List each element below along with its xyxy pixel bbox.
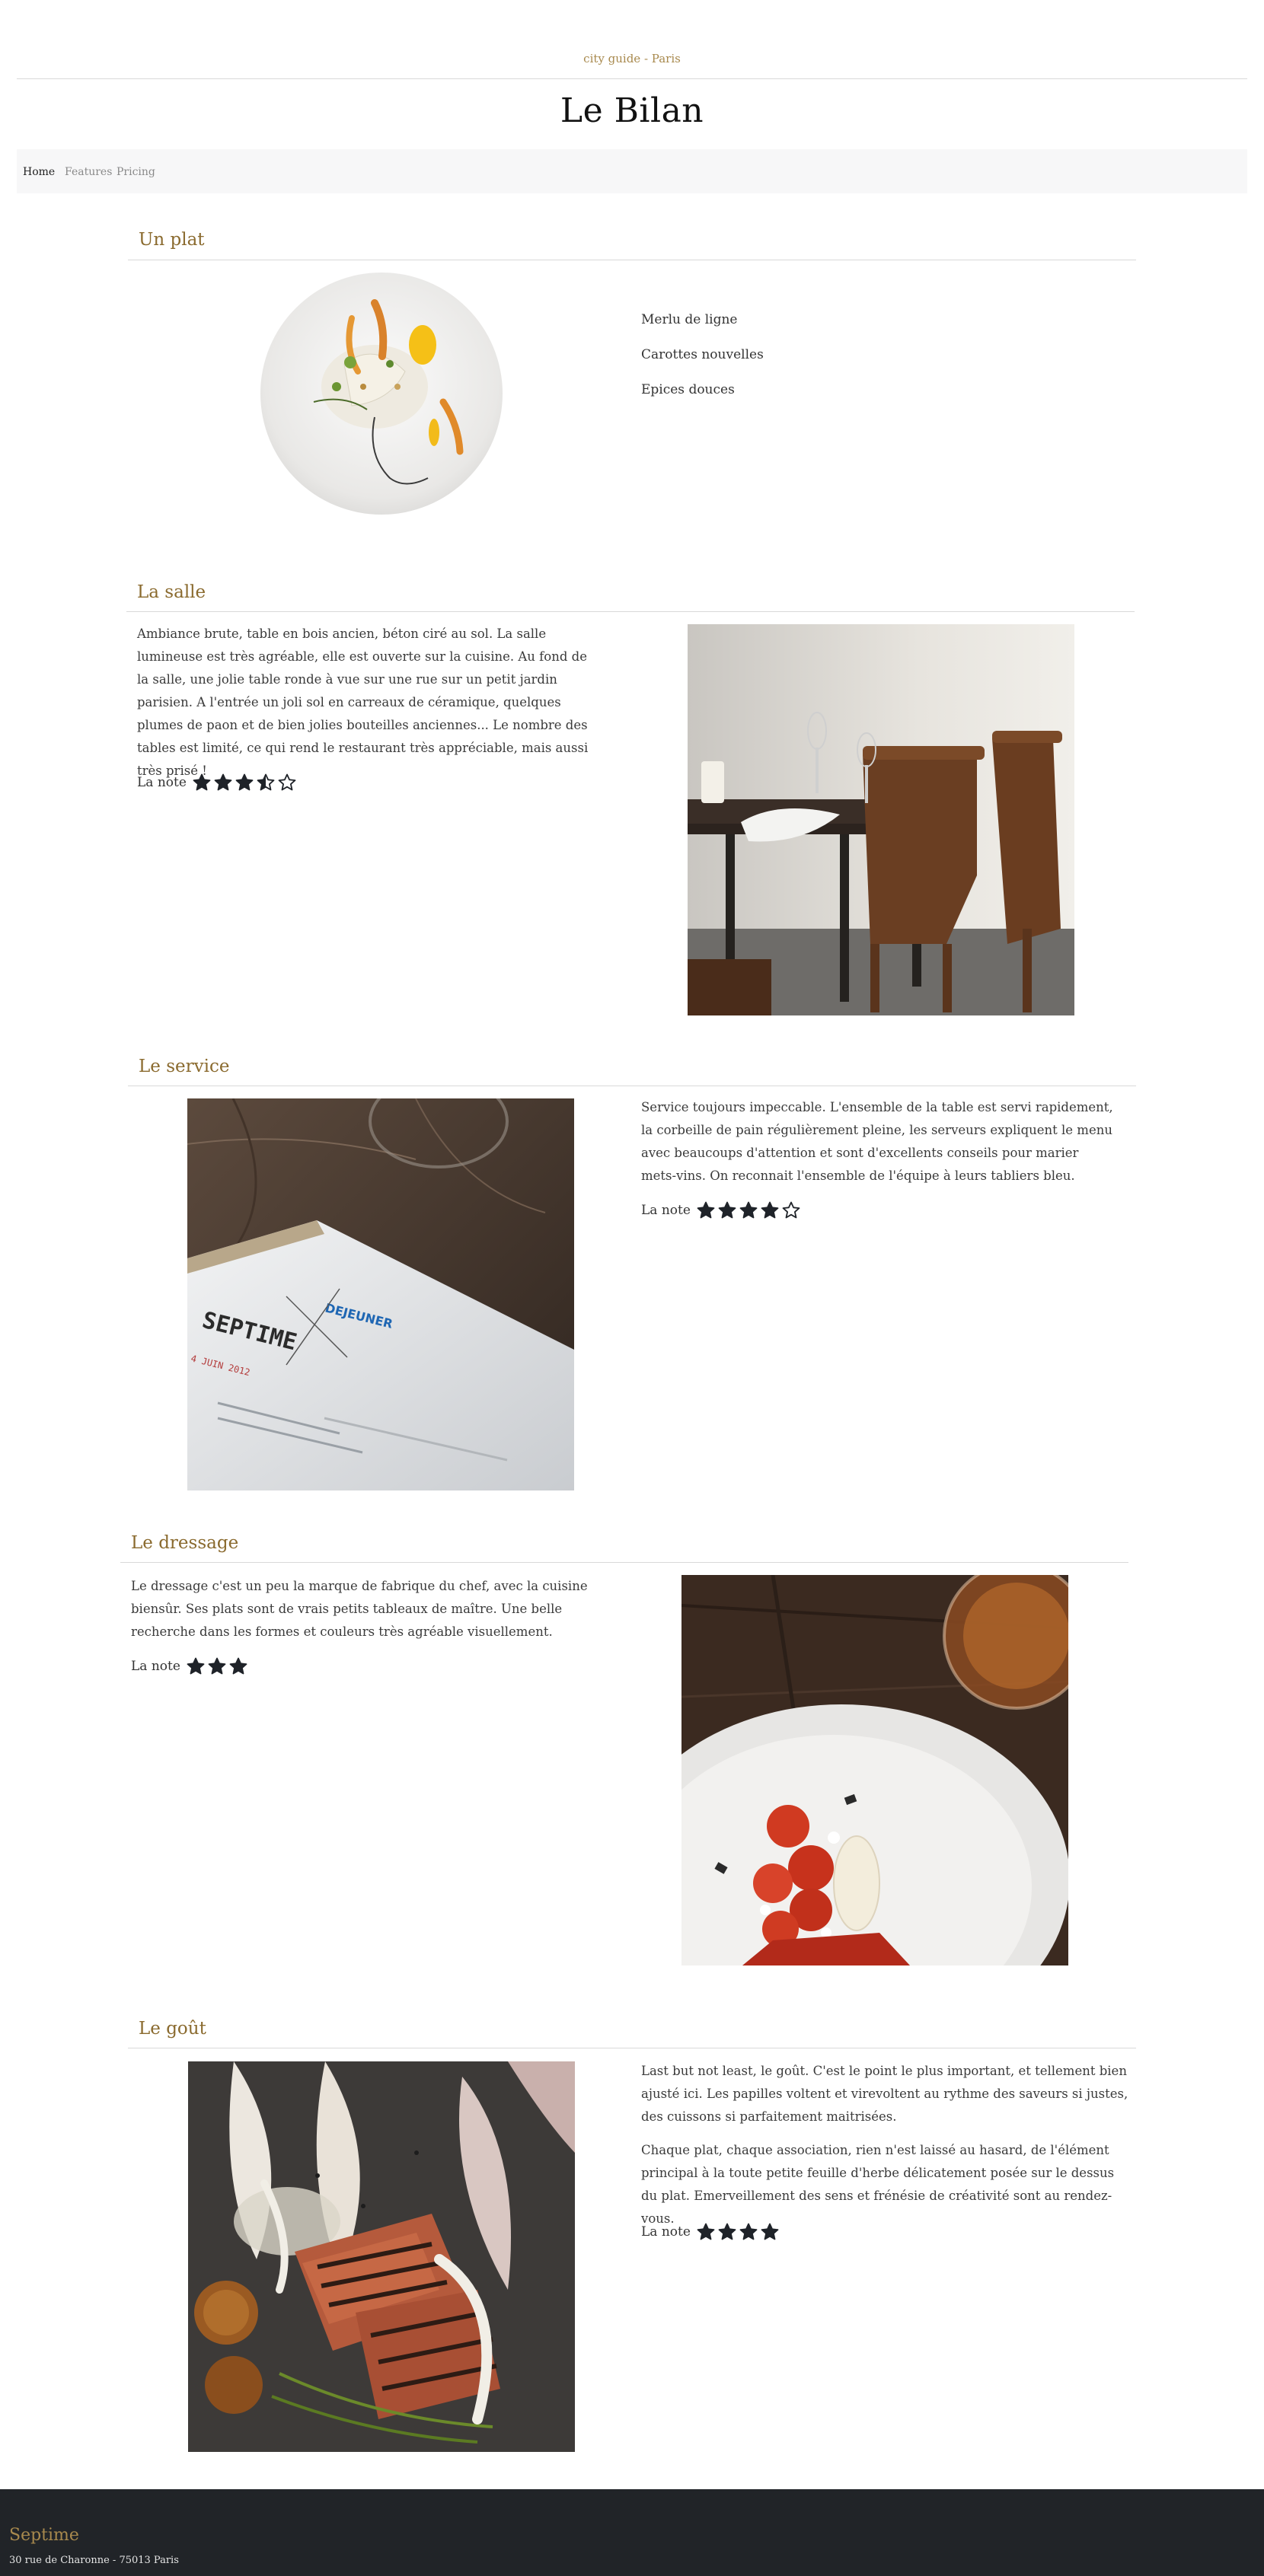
nav-pricing-link[interactable]: Pricing [117, 166, 155, 178]
star-rating [193, 773, 299, 792]
gout-rating: La note [641, 2223, 782, 2241]
rating-label: La note [641, 1203, 691, 1218]
gout-description-2: Chaque plat, chaque association, rien n'… [641, 2143, 1115, 2226]
dining-room-photo [688, 624, 1074, 1015]
star-full-icon [739, 1201, 758, 1219]
rating-label: La note [641, 2224, 691, 2240]
star-half-icon [257, 773, 275, 791]
service-description: Service toujours impeccable. L'ensemble … [641, 1100, 1113, 1183]
salle-description: Ambiance brute, table en bois ancien, bé… [137, 626, 589, 778]
star-full-icon [235, 773, 254, 791]
rating-label: La note [131, 1659, 180, 1674]
dressage-description: Le dressage c'est un peu la marque de fa… [131, 1579, 588, 1639]
star-full-icon [697, 1201, 715, 1219]
section-title-salle: La salle [137, 582, 206, 602]
salle-rating: La note [137, 773, 299, 792]
nav-home-link[interactable]: Home [23, 166, 55, 178]
star-empty-icon [278, 773, 296, 791]
star-full-icon [208, 1657, 226, 1675]
section-divider [120, 1562, 1128, 1563]
navbar [17, 149, 1247, 193]
grilled-dish-photo [188, 2061, 575, 2452]
star-full-icon [187, 1657, 205, 1675]
menu-photo: SEPTIME DEJEUNER 4 JUIN 2012 [187, 1098, 574, 1490]
service-rating: La note [641, 1201, 803, 1219]
ingredient-item: Carottes nouvelles [641, 347, 764, 362]
star-rating [697, 2223, 782, 2241]
section-title-plat: Un plat [139, 230, 205, 250]
star-full-icon [229, 1657, 247, 1675]
nav-features-link[interactable]: Features [65, 166, 112, 178]
star-rating [187, 1657, 251, 1675]
rating-label: La note [137, 775, 187, 790]
dish-photo [260, 273, 503, 515]
header-divider [17, 78, 1247, 79]
star-full-icon [718, 1201, 736, 1219]
star-rating [697, 1201, 803, 1219]
site-kicker: city guide - Paris [583, 52, 681, 65]
star-full-icon [193, 773, 211, 791]
star-full-icon [697, 2223, 715, 2240]
footer [0, 2489, 1264, 2576]
footer-address: 30 rue de Charonne - 75013 Paris [9, 2555, 179, 2566]
footer-title: Septime [9, 2526, 79, 2545]
section-divider [126, 611, 1135, 612]
site-title[interactable]: Le Bilan [0, 91, 1264, 130]
ingredient-item: Epices douces [641, 382, 735, 397]
plated-dessert-photo [681, 1575, 1068, 1965]
star-full-icon [214, 773, 232, 791]
star-empty-icon [782, 1201, 800, 1219]
star-full-icon [761, 2223, 779, 2240]
ingredient-item: Merlu de ligne [641, 312, 738, 327]
section-title-service: Le service [139, 1057, 230, 1076]
section-title-dressage: Le dressage [131, 1533, 239, 1553]
star-full-icon [739, 2223, 758, 2240]
gout-description-1: Last but not least, le goût. C'est le po… [641, 2064, 1128, 2124]
star-full-icon [761, 1201, 779, 1219]
dressage-rating: La note [131, 1657, 251, 1675]
section-title-gout: Le goût [139, 2019, 206, 2039]
star-full-icon [718, 2223, 736, 2240]
